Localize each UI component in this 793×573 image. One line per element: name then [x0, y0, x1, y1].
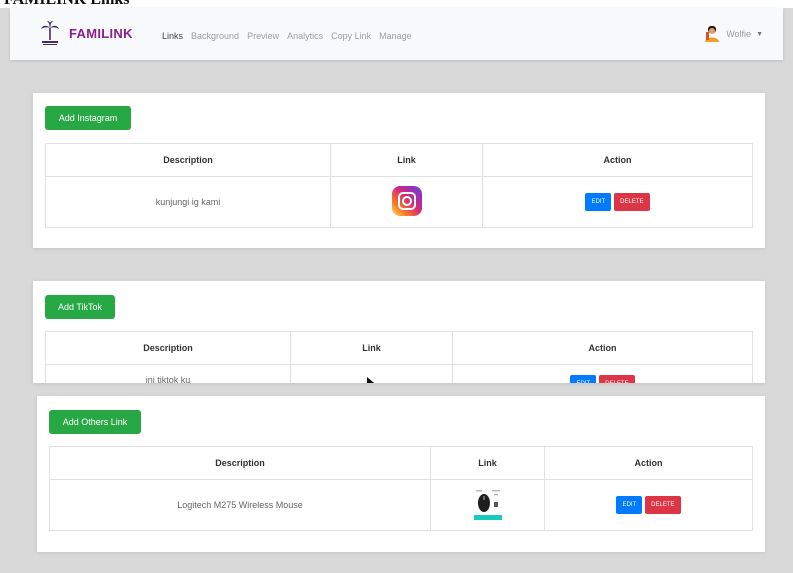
add-instagram-button[interactable]: Add Instagram	[45, 106, 131, 130]
user-menu[interactable]: Wolfie ▼	[703, 25, 763, 43]
table-row: Logitech M275 Wireless Mouse EDIT DELETE	[49, 479, 753, 531]
chevron-down-icon: ▼	[756, 30, 763, 38]
row-actions: EDIT DELETE	[452, 364, 753, 383]
row-link	[330, 176, 483, 228]
delete-button[interactable]: DELETE	[645, 496, 681, 514]
palm-tree-logo-icon	[41, 21, 59, 45]
brand[interactable]: FAMILINK	[40, 20, 133, 46]
nav-links: Links Background Preview Analytics Copy …	[162, 31, 412, 41]
nav-link-background[interactable]: Background	[191, 31, 239, 41]
nav-link-analytics[interactable]: Analytics	[287, 31, 323, 41]
row-description: ini tiktok ku	[45, 364, 291, 383]
edit-button[interactable]: EDIT	[570, 375, 597, 383]
row-description: Logitech M275 Wireless Mouse	[49, 479, 431, 531]
user-name: Wolfie	[726, 29, 752, 39]
edit-button[interactable]: EDIT	[585, 193, 612, 211]
others-link-card: Add Others Link Description Link Action …	[37, 396, 765, 552]
table-row: ini tiktok ku EDIT DELETE	[45, 364, 753, 383]
instagram-card: Add Instagram Description Link Action ku…	[33, 93, 765, 248]
column-header-action: Action	[452, 331, 753, 365]
column-header-link: Link	[430, 446, 545, 480]
navbar: FAMILINK Links Background Preview Analyt…	[10, 8, 783, 60]
nav-link-preview[interactable]: Preview	[247, 31, 279, 41]
row-link	[290, 364, 453, 383]
nav-link-manage[interactable]: Manage	[379, 31, 412, 41]
brand-name: FAMILINK	[69, 25, 133, 41]
add-tiktok-button[interactable]: Add TikTok	[45, 295, 115, 319]
tiktok-table: Description Link Action ini tiktok ku ED…	[45, 331, 753, 383]
column-header-description: Description	[45, 143, 331, 177]
add-others-link-button[interactable]: Add Others Link	[49, 410, 141, 434]
page-header-text: FAMILINK Links	[4, 0, 130, 8]
column-header-link: Link	[290, 331, 453, 365]
tiktok-icon[interactable]	[361, 375, 383, 383]
row-description: kunjungi ig kami	[45, 176, 331, 228]
nav-link-copy-link[interactable]: Copy Link	[331, 31, 371, 41]
nav-link-links[interactable]: Links	[162, 31, 183, 41]
others-link-table: Description Link Action Logitech M275 Wi…	[49, 446, 753, 531]
row-actions: EDIT DELETE	[482, 176, 753, 228]
column-header-description: Description	[49, 446, 431, 480]
page-header-strip: FAMILINK Links	[0, 0, 793, 8]
delete-button[interactable]: DELETE	[614, 193, 650, 211]
column-header-link: Link	[330, 143, 483, 177]
product-thumbnail[interactable]	[471, 486, 504, 522]
instagram-table: Description Link Action kunjungi ig kami…	[45, 143, 753, 228]
avatar-icon	[705, 26, 720, 42]
column-header-action: Action	[544, 446, 753, 480]
column-header-action: Action	[482, 143, 753, 177]
instagram-icon[interactable]	[391, 186, 422, 216]
row-actions: EDIT DELETE	[544, 479, 753, 531]
row-link	[430, 479, 545, 531]
tiktok-card: Add TikTok Description Link Action ini t…	[33, 281, 765, 383]
table-row: kunjungi ig kami EDIT DELETE	[45, 176, 753, 228]
delete-button[interactable]: DELETE	[599, 375, 635, 383]
edit-button[interactable]: EDIT	[616, 496, 643, 514]
column-header-description: Description	[45, 331, 291, 365]
